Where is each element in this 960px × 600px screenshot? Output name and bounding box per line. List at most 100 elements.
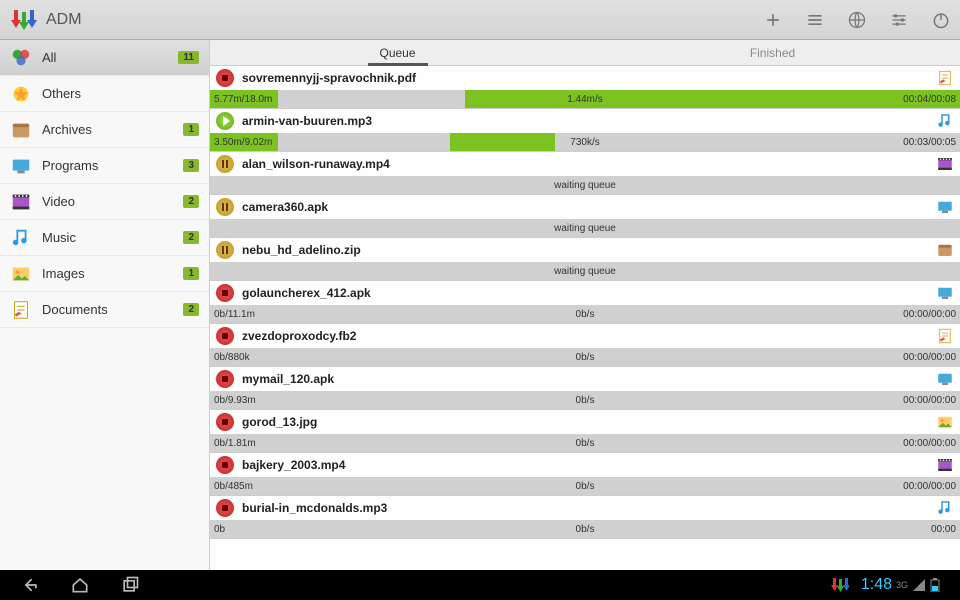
program-icon xyxy=(936,284,954,302)
document-icon xyxy=(936,69,954,87)
browser-button[interactable] xyxy=(846,9,868,31)
download-info: 0b 0b/s 00:00 xyxy=(210,520,960,538)
download-name: alan_wilson-runaway.mp4 xyxy=(242,157,928,171)
app-title: ADM xyxy=(46,11,82,29)
download-info: waiting queue xyxy=(210,176,960,194)
download-row[interactable]: mymail_120.apk 0b/9.93m 0b/s 00:00/00:00 xyxy=(210,367,960,410)
download-time: 00:00/00:00 xyxy=(903,438,956,449)
download-time: 00:00/00:00 xyxy=(903,395,956,406)
video-icon xyxy=(936,456,954,474)
download-name: sovremennyjj-spravochnik.pdf xyxy=(242,71,928,85)
tabs: Queue Finished xyxy=(210,40,960,66)
download-row[interactable]: zvezdoproxodcy.fb2 0b/880k 0b/s 00:00/00… xyxy=(210,324,960,367)
sidebar-item-programs[interactable]: Programs 3 xyxy=(0,148,209,184)
sidebar-item-label: Images xyxy=(42,266,173,281)
download-speed: 0b/s xyxy=(576,352,595,363)
download-speed: 0b/s xyxy=(576,309,595,320)
download-name: burial-in_mcdonalds.mp3 xyxy=(242,501,928,515)
add-button[interactable] xyxy=(762,9,784,31)
video-icon xyxy=(936,155,954,173)
download-row[interactable]: gorod_13.jpg 0b/1.81m 0b/s 00:00/00:00 xyxy=(210,410,960,453)
image-icon xyxy=(936,413,954,431)
download-speed: 0b/s xyxy=(576,524,595,535)
download-speed: waiting queue xyxy=(554,266,616,277)
sidebar-item-images[interactable]: Images 1 xyxy=(0,256,209,292)
download-name: camera360.apk xyxy=(242,200,928,214)
status-icons: 1:48 3G xyxy=(829,576,940,594)
download-info: 0b/880k 0b/s 00:00/00:00 xyxy=(210,348,960,366)
sidebar-item-archives[interactable]: Archives 1 xyxy=(0,112,209,148)
download-size: 0b/11.1m xyxy=(214,309,255,320)
download-name: bajkery_2003.mp4 xyxy=(242,458,928,472)
state-button[interactable] xyxy=(216,413,234,431)
sidebar-badge: 2 xyxy=(183,195,199,208)
download-row[interactable]: sovremennyjj-spravochnik.pdf 5.77m/18.0m… xyxy=(210,66,960,109)
download-speed: waiting queue xyxy=(554,180,616,191)
download-list: sovremennyjj-spravochnik.pdf 5.77m/18.0m… xyxy=(210,66,960,570)
download-speed: waiting queue xyxy=(554,223,616,234)
download-name: mymail_120.apk xyxy=(242,372,928,386)
download-row[interactable]: golauncherex_412.apk 0b/11.1m 0b/s 00:00… xyxy=(210,281,960,324)
list-button[interactable] xyxy=(804,9,826,31)
sidebar: All 11 Others Archives 1 Programs 3 Vide… xyxy=(0,40,210,570)
download-name: nebu_hd_adelino.zip xyxy=(242,243,928,257)
download-row[interactable]: burial-in_mcdonalds.mp3 0b 0b/s 00:00 xyxy=(210,496,960,539)
back-button[interactable] xyxy=(20,575,40,595)
download-time: 00:00 xyxy=(931,524,956,535)
download-size: 5.77m/18.0m xyxy=(214,94,272,105)
settings-button[interactable] xyxy=(888,9,910,31)
sidebar-badge: 11 xyxy=(178,51,199,64)
tab-queue[interactable]: Queue xyxy=(210,40,585,65)
download-info: 0b/485m 0b/s 00:00/00:00 xyxy=(210,477,960,495)
sidebar-item-others[interactable]: Others xyxy=(0,76,209,112)
sidebar-item-documents[interactable]: Documents 2 xyxy=(0,292,209,328)
state-button[interactable] xyxy=(216,327,234,345)
download-name: armin-van-buuren.mp3 xyxy=(242,114,928,128)
battery-icon xyxy=(930,578,940,592)
state-button[interactable] xyxy=(216,155,234,173)
app-logo xyxy=(8,8,38,32)
sidebar-item-video[interactable]: Video 2 xyxy=(0,184,209,220)
state-button[interactable] xyxy=(216,198,234,216)
sidebar-badge: 2 xyxy=(183,231,199,244)
download-name: golauncherex_412.apk xyxy=(242,286,928,300)
document-icon xyxy=(10,299,32,321)
download-row[interactable]: camera360.apk waiting queue xyxy=(210,195,960,238)
state-button[interactable] xyxy=(216,241,234,259)
sidebar-item-label: Documents xyxy=(42,302,173,317)
sidebar-item-label: Programs xyxy=(42,158,173,173)
download-indicator-icon xyxy=(829,577,849,593)
download-row[interactable]: armin-van-buuren.mp3 3.50m/9.02m 730k/s … xyxy=(210,109,960,152)
sidebar-badge: 2 xyxy=(183,303,199,316)
recent-button[interactable] xyxy=(120,575,140,595)
program-icon xyxy=(936,370,954,388)
music-icon xyxy=(936,112,954,130)
download-info: waiting queue xyxy=(210,262,960,280)
download-time: 00:00/00:00 xyxy=(903,352,956,363)
download-size: 0b/1.81m xyxy=(214,438,256,449)
sidebar-item-label: Video xyxy=(42,194,173,209)
state-button[interactable] xyxy=(216,499,234,517)
power-button[interactable] xyxy=(930,9,952,31)
home-button[interactable] xyxy=(70,575,90,595)
download-row[interactable]: nebu_hd_adelino.zip waiting queue xyxy=(210,238,960,281)
state-button[interactable] xyxy=(216,69,234,87)
sidebar-item-label: Music xyxy=(42,230,173,245)
sidebar-item-music[interactable]: Music 2 xyxy=(0,220,209,256)
clock: 1:48 xyxy=(861,576,892,594)
archive-icon xyxy=(936,241,954,259)
sidebar-badge: 1 xyxy=(183,123,199,136)
state-button[interactable] xyxy=(216,370,234,388)
sidebar-item-all[interactable]: All 11 xyxy=(0,40,209,76)
download-row[interactable]: alan_wilson-runaway.mp4 waiting queue xyxy=(210,152,960,195)
state-button[interactable] xyxy=(216,112,234,130)
download-time: 00:00/00:00 xyxy=(903,309,956,320)
all-icon xyxy=(10,47,32,69)
state-button[interactable] xyxy=(216,284,234,302)
tab-finished[interactable]: Finished xyxy=(585,40,960,65)
state-button[interactable] xyxy=(216,456,234,474)
download-row[interactable]: bajkery_2003.mp4 0b/485m 0b/s 00:00/00:0… xyxy=(210,453,960,496)
download-size: 0b/485m xyxy=(214,481,253,492)
sidebar-item-label: Others xyxy=(42,86,199,101)
download-size: 3.50m/9.02m xyxy=(214,137,272,148)
